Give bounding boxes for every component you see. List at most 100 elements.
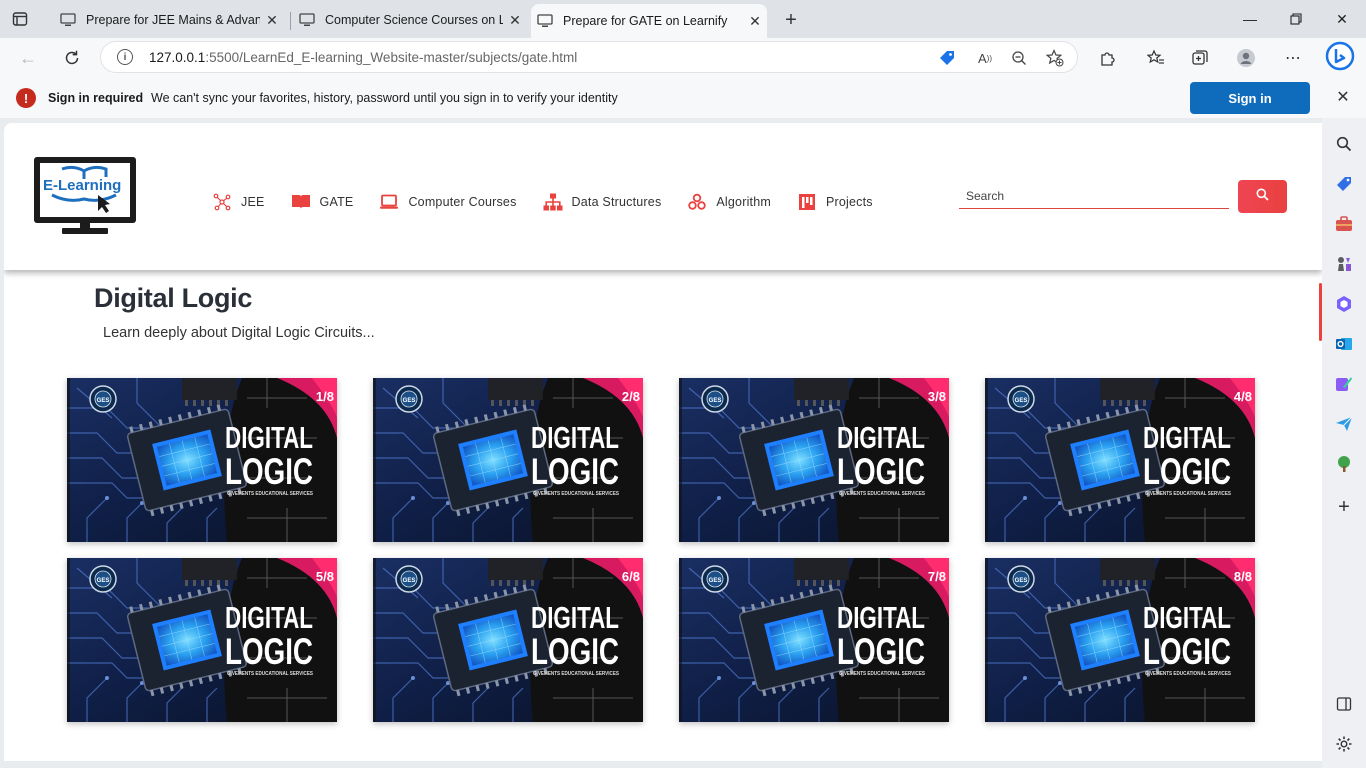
coupon-tag-icon[interactable] [937, 48, 957, 68]
monitor-favicon-icon [60, 12, 76, 28]
zoom-out-icon[interactable] [1009, 48, 1029, 68]
book-icon [291, 193, 311, 211]
thumbnail-caption: GIVEMENTS EDUCATIONAL SERVICES [227, 491, 314, 497]
svg-text:GES: GES [97, 398, 110, 404]
monitor-favicon-icon [537, 13, 553, 29]
thumbnail-title-line1: DIGITAL [225, 600, 313, 635]
tab-title: Prepare for JEE Mains & Advanced [86, 13, 260, 27]
thumbnail-title-line2: LOGIC [1143, 631, 1231, 672]
nav-link-jee[interactable]: JEE [212, 193, 265, 211]
search-icon [1256, 188, 1269, 206]
restore-icon[interactable] [1284, 8, 1308, 30]
collections-icon[interactable] [1188, 46, 1212, 70]
scroll-indicator[interactable] [1319, 283, 1322, 341]
lecture-card-3[interactable]: GES DIGITAL LOGIC GIVEMENTS EDUCATIONAL … [679, 378, 949, 542]
thumbnail-title-line2: LOGIC [531, 451, 619, 492]
slide-counter: 8/8 [1233, 569, 1252, 584]
nav-label: Computer Courses [408, 195, 517, 209]
logo-text: E-Learning [43, 177, 122, 194]
site-info-icon[interactable]: i [117, 49, 133, 65]
profile-avatar-icon[interactable] [1234, 46, 1258, 70]
site-search-button[interactable] [1238, 180, 1287, 213]
tab-computer-science[interactable]: Computer Science Courses on Le ✕ [293, 4, 527, 36]
nav-link-projects[interactable]: Projects [797, 193, 873, 211]
lecture-card-5[interactable]: GES DIGITAL LOGIC GIVEMENTS EDUCATIONAL … [67, 558, 337, 722]
games-chess-icon[interactable] [1333, 253, 1355, 275]
tree-icon[interactable] [1333, 453, 1355, 475]
site-search-input[interactable] [959, 183, 1229, 209]
digital-logic-thumbnail: GES DIGITAL LOGIC GIVEMENTS EDUCATIONAL … [679, 558, 949, 722]
edge-sidebar: + [1322, 118, 1366, 768]
microsoft-365-icon[interactable] [1333, 293, 1355, 315]
sidebar-settings-gear-icon[interactable] [1333, 733, 1355, 755]
svg-text:GES: GES [403, 578, 416, 584]
designer-icon[interactable] [1333, 373, 1355, 395]
back-arrow-icon[interactable]: ← [14, 44, 42, 72]
slide-counter: 7/8 [927, 569, 946, 584]
nav-link-gate[interactable]: GATE [291, 193, 354, 211]
signin-bar-message: We can't sync your favorites, history, p… [151, 91, 618, 105]
add-sidebar-app-icon[interactable]: + [1333, 496, 1355, 518]
tab-gate-active[interactable]: Prepare for GATE on Learnify ✕ [531, 4, 767, 38]
nav-link-computer-courses[interactable]: Computer Courses [379, 193, 516, 211]
tab-separator [290, 12, 291, 30]
close-signin-bar-icon[interactable]: ✕ [1332, 86, 1354, 108]
read-aloud-icon[interactable]: A)) [975, 48, 995, 68]
digital-logic-thumbnail: GES DIGITAL LOGIC GIVEMENTS EDUCATIONAL … [373, 558, 643, 722]
section-title: Digital Logic [94, 283, 253, 313]
thumbnail-title-line2: LOGIC [1143, 451, 1231, 492]
lecture-card-7[interactable]: GES DIGITAL LOGIC GIVEMENTS EDUCATIONAL … [679, 558, 949, 722]
close-tab-icon[interactable]: ✕ [743, 9, 767, 33]
nav-link-algorithm[interactable]: Algorithm [687, 193, 771, 211]
settings-more-icon[interactable]: ⋯ [1281, 46, 1305, 70]
slide-counter: 6/8 [621, 569, 640, 584]
favorites-icon[interactable] [1144, 46, 1168, 70]
error-icon: ! [16, 88, 36, 108]
minimize-icon[interactable]: — [1238, 8, 1262, 30]
new-tab-plus-icon[interactable]: + [778, 8, 804, 32]
digital-logic-thumbnail: GES DIGITAL LOGIC GIVEMENTS EDUCATIONAL … [67, 558, 337, 722]
atom-icon [212, 193, 232, 211]
copilot-bing-icon[interactable] [1324, 40, 1356, 72]
close-tab-icon[interactable]: ✕ [260, 8, 284, 32]
svg-text:GES: GES [709, 578, 722, 584]
lecture-card-1[interactable]: GES DIGITAL LOGIC GIVEMENTS EDUCATIONAL … [67, 378, 337, 542]
add-favorite-star-icon[interactable] [1045, 48, 1065, 68]
project-icon [797, 193, 817, 211]
svg-text:GES: GES [97, 578, 110, 584]
close-window-icon[interactable]: ✕ [1330, 8, 1354, 30]
thumbnail-caption: GIVEMENTS EDUCATIONAL SERVICES [1145, 671, 1232, 677]
thumbnail-title-line2: LOGIC [837, 451, 925, 492]
section-subtitle: Learn deeply about Digital Logic Circuit… [103, 325, 375, 341]
lecture-card-2[interactable]: GES DIGITAL LOGIC GIVEMENTS EDUCATIONAL … [373, 378, 643, 542]
shopping-tag-icon[interactable] [1333, 173, 1355, 195]
svg-text:GES: GES [1015, 398, 1028, 404]
hide-sidebar-icon[interactable] [1333, 693, 1355, 715]
svg-text:GES: GES [709, 398, 722, 404]
tools-briefcase-icon[interactable] [1333, 213, 1355, 235]
digital-logic-thumbnail: GES DIGITAL LOGIC GIVEMENTS EDUCATIONAL … [679, 378, 949, 542]
tab-actions-icon[interactable] [10, 9, 30, 29]
close-tab-icon[interactable]: ✕ [503, 8, 527, 32]
digital-logic-thumbnail: GES DIGITAL LOGIC GIVEMENTS EDUCATIONAL … [985, 378, 1255, 542]
lecture-card-4[interactable]: GES DIGITAL LOGIC GIVEMENTS EDUCATIONAL … [985, 378, 1255, 542]
url-text: 127.0.0.1:5500/LearnEd_E-learning_Websit… [149, 50, 578, 65]
e-learning-logo[interactable]: E-Learning [32, 155, 138, 237]
nav-link-data-structures[interactable]: Data Structures [543, 193, 662, 211]
slide-counter: 3/8 [927, 389, 946, 404]
sign-in-button[interactable]: Sign in [1190, 82, 1310, 114]
extensions-puzzle-icon[interactable] [1096, 46, 1120, 70]
lecture-card-6[interactable]: GES DIGITAL LOGIC GIVEMENTS EDUCATIONAL … [373, 558, 643, 722]
tab-jee[interactable]: Prepare for JEE Mains & Advanced ✕ [54, 4, 284, 36]
send-paper-plane-icon[interactable] [1333, 413, 1355, 435]
refresh-icon[interactable] [58, 44, 86, 72]
address-bar[interactable]: i 127.0.0.1:5500/LearnEd_E-learning_Webs… [100, 41, 1078, 73]
lecture-card-8[interactable]: GES DIGITAL LOGIC GIVEMENTS EDUCATIONAL … [985, 558, 1255, 722]
nav-label: JEE [241, 195, 265, 209]
thumbnail-caption: GIVEMENTS EDUCATIONAL SERVICES [839, 671, 926, 677]
nav-label: Data Structures [571, 195, 662, 209]
search-sidebar-icon[interactable] [1333, 133, 1355, 155]
outlook-icon[interactable] [1333, 333, 1355, 355]
digital-logic-thumbnail: GES DIGITAL LOGIC GIVEMENTS EDUCATIONAL … [985, 558, 1255, 722]
thumbnail-title-line1: DIGITAL [1143, 420, 1231, 455]
